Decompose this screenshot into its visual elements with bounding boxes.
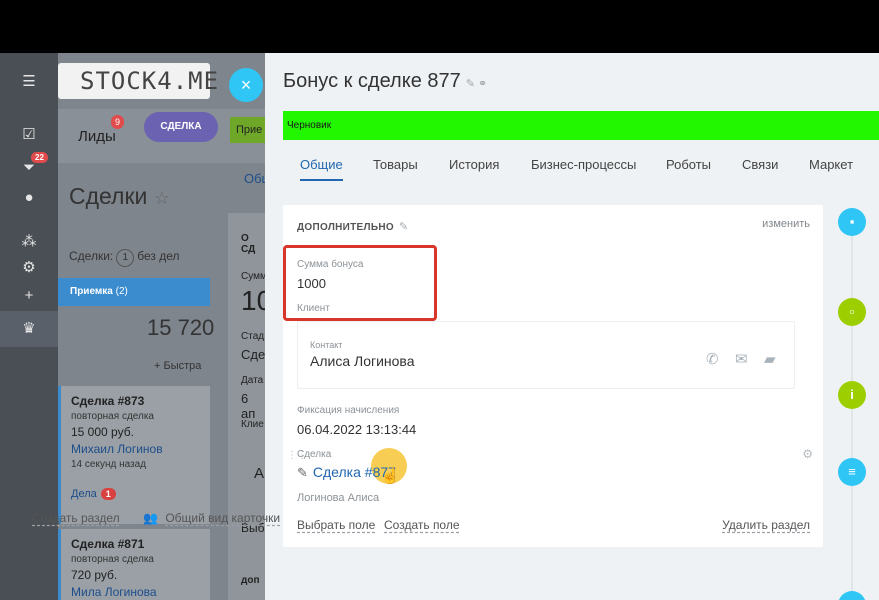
deals-meta: Сделки: 1 без дел	[69, 249, 180, 267]
fix-label: Фиксация начисления	[297, 405, 400, 416]
gear-icon[interactable]: ⚙	[802, 447, 813, 461]
hand-cursor-icon: ☝	[381, 468, 400, 485]
mid-text: А	[254, 465, 265, 482]
contact-card[interactable]: Контакт Алиса Логинова ✆ ✉ ▰	[297, 321, 795, 389]
star-icon: ☆	[153, 188, 170, 208]
stage-sum: 15 720	[147, 315, 215, 340]
deal-card[interactable]: Сделка #873 повторная сделка 15 000 руб.…	[58, 386, 210, 524]
crown-icon: ♛	[22, 320, 36, 337]
deal-label: Сделка	[297, 449, 332, 460]
quick-add-link[interactable]: + Быстра	[154, 360, 201, 372]
timeline-chat-icon[interactable]: ▪	[838, 208, 866, 236]
deal-owner: Логинова Алиса	[297, 492, 380, 504]
create-section-link[interactable]: Создать раздел	[32, 511, 120, 525]
card-view-link[interactable]: Общий вид карточки	[165, 511, 280, 525]
mid-text: Стад	[241, 331, 265, 342]
page-title: Бонус к сделке 877 ✎ ⚭	[283, 70, 488, 92]
mid-text: О СД	[241, 233, 256, 255]
people-icon: 👥	[143, 511, 158, 525]
pencil-icon[interactable]: ✎	[399, 221, 409, 233]
select-field-link[interactable]: Выбрать поле	[297, 518, 375, 532]
create-field-link[interactable]: Создать поле	[384, 518, 460, 532]
mid-text: доп	[241, 575, 260, 586]
tab-general[interactable]: Общие	[300, 157, 343, 181]
structure-icon[interactable]: ⁂	[18, 231, 40, 253]
additional-section: ДОПОЛНИТЕЛЬНО ✎ изменить Сумма бонуса 100…	[283, 205, 823, 547]
phone-icon[interactable]: ✆	[706, 350, 719, 368]
timeline-info-icon[interactable]: i	[838, 381, 866, 409]
tab-bar: Общие Товары История Бизнес-процессы Роб…	[283, 151, 879, 187]
deals-title: Сделки ☆	[69, 183, 170, 209]
stage-pill[interactable]: Прие	[230, 117, 265, 143]
delete-section-link[interactable]: Удалить раздел	[722, 518, 810, 532]
mid-tab[interactable]: Общ	[244, 171, 265, 186]
document-icon: ✎	[297, 465, 308, 480]
rail-badge: 22	[31, 152, 48, 163]
leads-tab[interactable]: Лиды	[78, 128, 116, 145]
leads-badge: 9	[111, 115, 125, 129]
mid-text: 10	[241, 285, 265, 316]
bottom-actions: Создать раздел 👥 Общий вид карточки	[32, 511, 280, 525]
check-circle-icon[interactable]: ●	[18, 187, 40, 209]
mid-text: Клие	[241, 419, 264, 430]
mid-text: Дата	[241, 375, 264, 386]
edit-link-icon[interactable]: ✎ ⚭	[466, 78, 488, 90]
tab-history[interactable]: История	[449, 157, 499, 172]
contact-name[interactable]: Алиса Логинова	[310, 353, 415, 369]
timeline-message-icon[interactable]: ≡	[838, 458, 866, 486]
kanban-stage-header[interactable]: Приемка (2)	[58, 278, 210, 306]
mail-icon[interactable]: ✉	[735, 350, 748, 368]
rail-active-item[interactable]: ♛	[0, 311, 58, 347]
timeline-comment-icon[interactable]: ▫	[838, 298, 866, 326]
gear-icon[interactable]: ⚙	[18, 257, 40, 279]
tab-business-processes[interactable]: Бизнес-процессы	[531, 157, 636, 172]
contact-label: Контакт	[310, 340, 343, 350]
logo: STOCK4.ME	[58, 63, 218, 99]
tab-products[interactable]: Товары	[373, 157, 418, 172]
status-bar[interactable]: Черновик	[283, 111, 879, 140]
change-link[interactable]: изменить	[762, 218, 810, 230]
chat-icon[interactable]: ▰	[764, 350, 776, 368]
highlight-box	[283, 245, 437, 321]
fix-value[interactable]: 06.04.2022 13:13:44	[297, 422, 416, 437]
close-icon: ×	[240, 75, 252, 95]
top-black-bar	[0, 0, 879, 53]
tasks-icon[interactable]: ☑	[18, 124, 40, 146]
deal-card[interactable]: Сделка #871 повторная сделка 720 руб. Ми…	[58, 529, 210, 600]
mid-text: Сумм	[241, 271, 265, 282]
section-title: ДОПОЛНИТЕЛЬНО ✎	[297, 221, 409, 233]
plus-icon[interactable]: +	[18, 285, 40, 307]
close-slider-button[interactable]: ×	[229, 68, 263, 102]
mid-text: Сде	[241, 347, 265, 362]
entity-slider-panel: Бонус к сделке 877 ✎ ⚭ Черновик Общие Тов…	[265, 53, 879, 600]
deal-pill[interactable]: СДЕЛКА	[144, 112, 218, 142]
tab-links[interactable]: Связи	[742, 157, 778, 172]
tab-robots[interactable]: Роботы	[666, 157, 711, 172]
mid-text: 6 ап	[241, 391, 256, 421]
menu-icon[interactable]: ☰	[18, 71, 40, 93]
tab-market[interactable]: Маркет	[809, 157, 853, 172]
